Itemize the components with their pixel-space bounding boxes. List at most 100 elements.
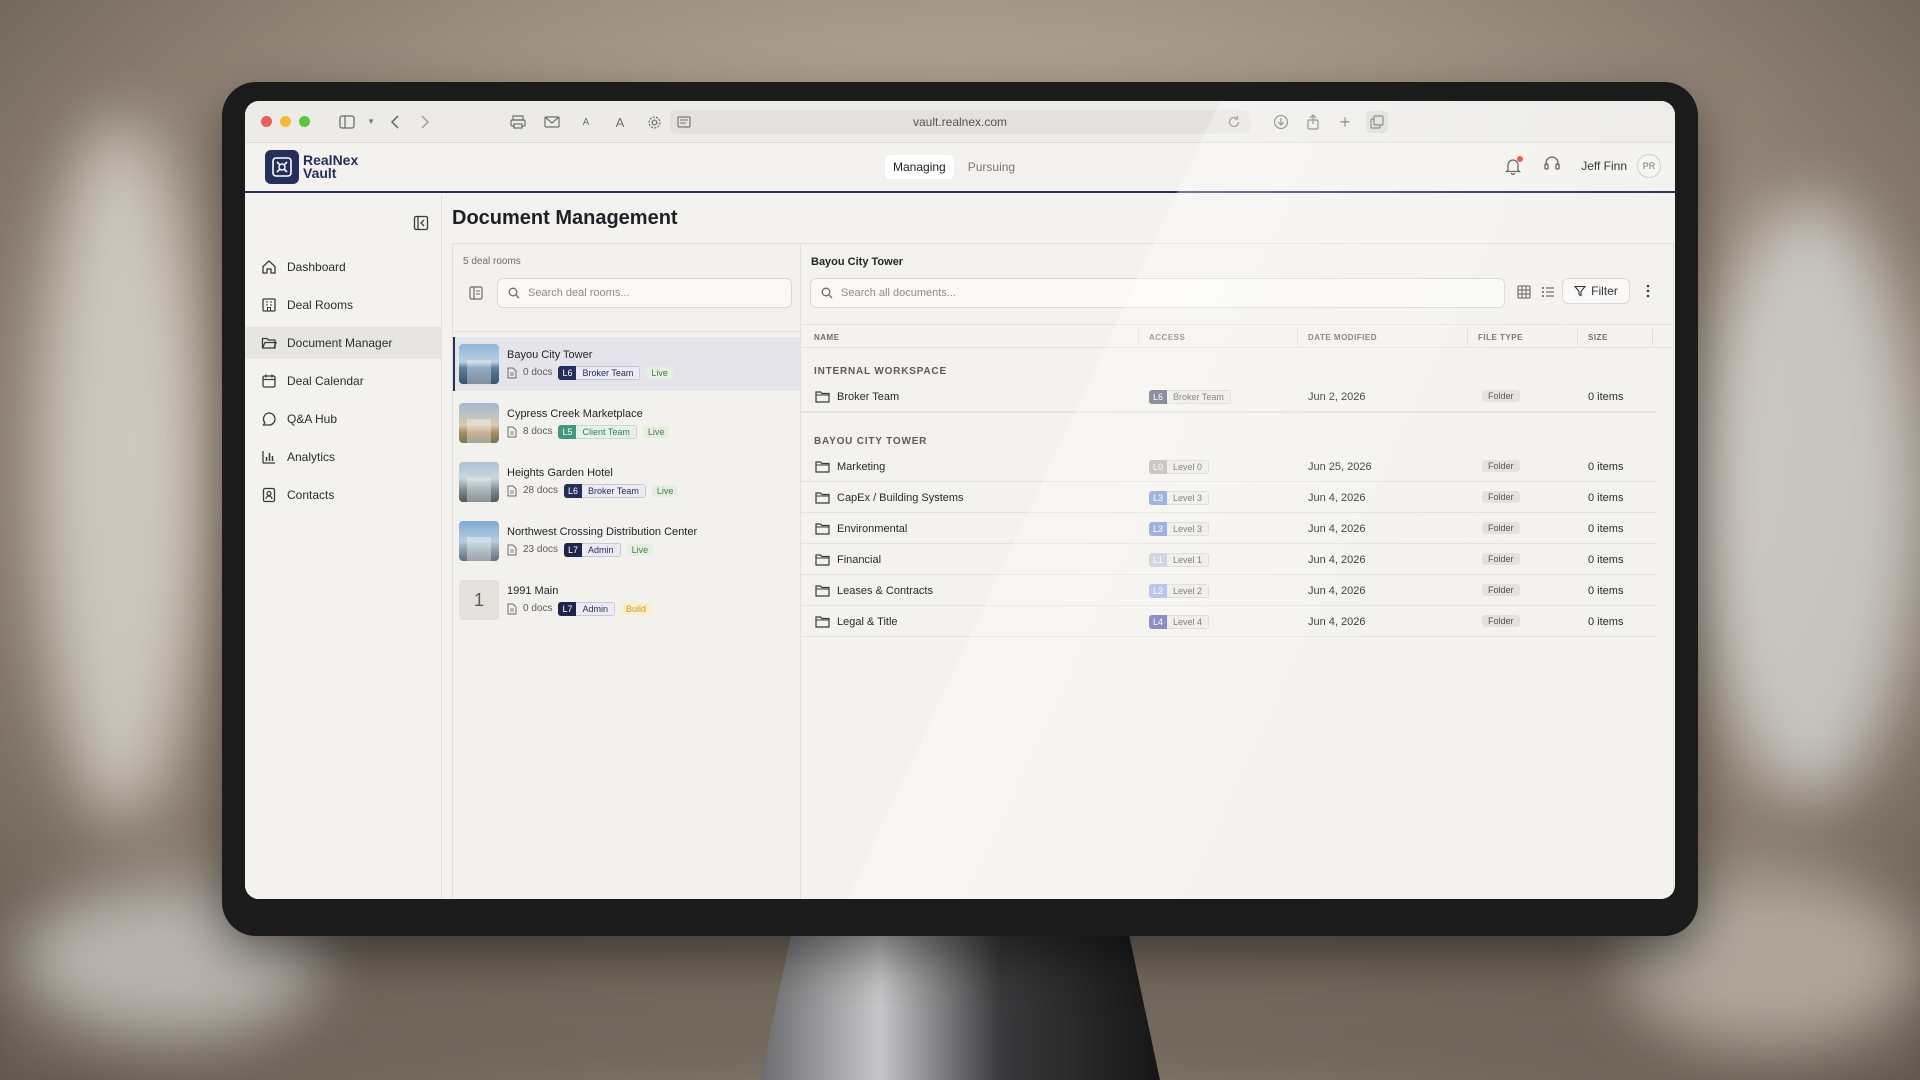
collapse-sidebar-icon[interactable] [413,215,429,231]
monitor-stand [760,930,1160,1080]
column-header-name[interactable]: NAME [814,333,840,342]
contact-card-icon [262,487,276,503]
status-badge: Build [621,602,652,615]
file-type-badge: Folder [1482,491,1520,503]
document-search-input[interactable]: Search all documents... [810,278,1505,308]
level-code: L6 [558,365,577,380]
column-header-file-type[interactable]: FILE TYPE [1478,333,1523,342]
close-window-button[interactable] [261,116,272,127]
table-row[interactable]: Marketing L0 Level 0 Jun 25, 2026 Folder … [801,452,1656,482]
access-level-code: L0 [1149,460,1168,474]
sidebar-toggle-icon[interactable] [336,111,358,133]
search-placeholder: Search all documents... [841,287,956,299]
status-badge: Live [651,484,679,497]
download-icon[interactable] [1270,111,1292,133]
row-size: 0 items [1588,523,1624,535]
table-row[interactable]: Financial L1 Level 1 Jun 4, 2026 Folder 0… [801,545,1656,575]
more-options-icon[interactable] [1641,283,1655,299]
building-shape [467,419,491,443]
level-code: L5 [558,424,577,439]
notification-dot [1517,156,1524,162]
search-icon [821,287,833,299]
sidebar-item-analytics[interactable]: Analytics [245,441,441,473]
gear-icon[interactable] [643,111,665,133]
screen: ▾ A A vault.realnex.com + RealNex Vault … [245,101,1675,899]
deal-room-name: Cypress Creek Marketplace [507,407,643,420]
row-date: Jun 2, 2026 [1308,391,1366,403]
share-icon[interactable] [1302,111,1324,133]
tab-overview-icon[interactable] [1366,111,1388,133]
list-view-icon[interactable] [1541,285,1555,299]
row-date: Jun 25, 2026 [1308,461,1372,473]
maximize-window-button[interactable] [299,116,310,127]
access-label: Level 3 [1167,491,1210,505]
folder-icon [815,391,830,403]
address-bar[interactable]: vault.realnex.com [670,110,1250,134]
file-type-badge: Folder [1482,390,1520,402]
sidebar-item-contacts[interactable]: Contacts [245,479,441,511]
chevron-down-icon[interactable]: ▾ [366,111,376,133]
column-divider [1467,329,1468,345]
deal-room-search-input[interactable]: Search deal rooms... [497,278,792,308]
user-name[interactable]: Jeff Finn [1581,159,1627,173]
sidebar-item-label: Dashboard [287,260,346,274]
filter-button[interactable]: Filter [1562,278,1630,304]
notifications-button[interactable] [1505,156,1524,176]
avatar[interactable]: PR [1637,154,1661,178]
column-header-size[interactable]: SIZE [1588,333,1608,342]
sidebar-item-deal-calendar[interactable]: Deal Calendar [245,365,441,397]
row-name: Environmental [837,523,908,535]
print-icon[interactable] [507,111,529,133]
column-header-access[interactable]: ACCESS [1149,333,1185,342]
mail-icon[interactable] [541,111,563,133]
tab-pursuing[interactable]: Pursuing [960,155,1023,179]
sidebar-item-document-manager[interactable]: Document Manager [245,327,441,359]
table-row[interactable]: Environmental L3 Level 3 Jun 4, 2026 Fold… [801,514,1656,544]
minimize-window-button[interactable] [280,116,291,127]
back-arrow-icon[interactable] [384,111,406,133]
support-button[interactable] [1543,155,1561,178]
tab-managing[interactable]: Managing [885,155,954,179]
deal-room-item[interactable]: Cypress Creek Marketplace 8 docs L5 Clie… [453,396,800,450]
file-type-badge: Folder [1482,553,1520,565]
chat-bubble-icon [262,412,276,426]
row-size: 0 items [1588,554,1624,566]
forward-arrow-icon[interactable] [414,111,436,133]
sidebar-item-qa-hub[interactable]: Q&A Hub [245,403,441,435]
search-icon [508,287,520,299]
property-placeholder: 1 [459,580,499,620]
status-badge: Live [642,425,670,438]
text-smaller-icon[interactable]: A [575,111,597,133]
table-row[interactable]: Legal & Title L4 Level 4 Jun 4, 2026 Fold… [801,607,1656,637]
deal-room-item[interactable]: Northwest Crossing Distribution Center 2… [453,514,800,568]
search-placeholder: Search deal rooms... [528,287,630,299]
table-header: NAME ACCESS DATE MODIFIED FILE TYPE SIZE [801,324,1673,348]
access-level-badge: L6 Broker Team [564,483,646,498]
building-shape [467,360,491,384]
table-row[interactable]: Broker Team L6 Broker Team Jun 2, 2026 F… [801,382,1656,412]
deal-room-item[interactable]: Heights Garden Hotel 28 docs L6 Broker T… [453,455,800,509]
sidebar-item-dashboard[interactable]: Dashboard [245,251,441,283]
level-code: L7 [558,601,577,616]
reader-mode-icon[interactable] [676,114,692,130]
new-tab-plus-icon[interactable]: + [1334,111,1356,133]
sidebar-item-deal-rooms[interactable]: Deal Rooms [245,289,441,321]
access-badge: L3 Level 3 [1149,491,1210,505]
deal-room-item[interactable]: 1 1991 Main 0 docs L7 Admin Build [453,573,800,627]
panel-toggle-icon[interactable] [469,286,483,300]
table-row[interactable]: Leases & Contracts L2 Level 2 Jun 4, 2026… [801,576,1656,606]
text-larger-icon[interactable]: A [609,111,631,133]
table-row[interactable]: CapEx / Building Systems L3 Level 3 Jun 4… [801,483,1656,513]
deal-room-item[interactable]: Bayou City Tower 0 docs L6 Broker Team L… [453,337,800,391]
document-icon [507,544,517,555]
realnex-vault-logo[interactable]: RealNex Vault [265,150,358,184]
logo-mark-icon [265,150,299,184]
column-header-date-modified[interactable]: DATE MODIFIED [1308,333,1377,342]
reload-icon[interactable] [1226,114,1242,130]
file-type-badge: Folder [1482,522,1520,534]
selected-room-title: Bayou City Tower [811,256,904,268]
document-icon [507,603,517,614]
grid-view-icon[interactable] [1517,285,1531,299]
doc-count: 0 docs [523,367,553,378]
row-date: Jun 4, 2026 [1308,616,1366,628]
